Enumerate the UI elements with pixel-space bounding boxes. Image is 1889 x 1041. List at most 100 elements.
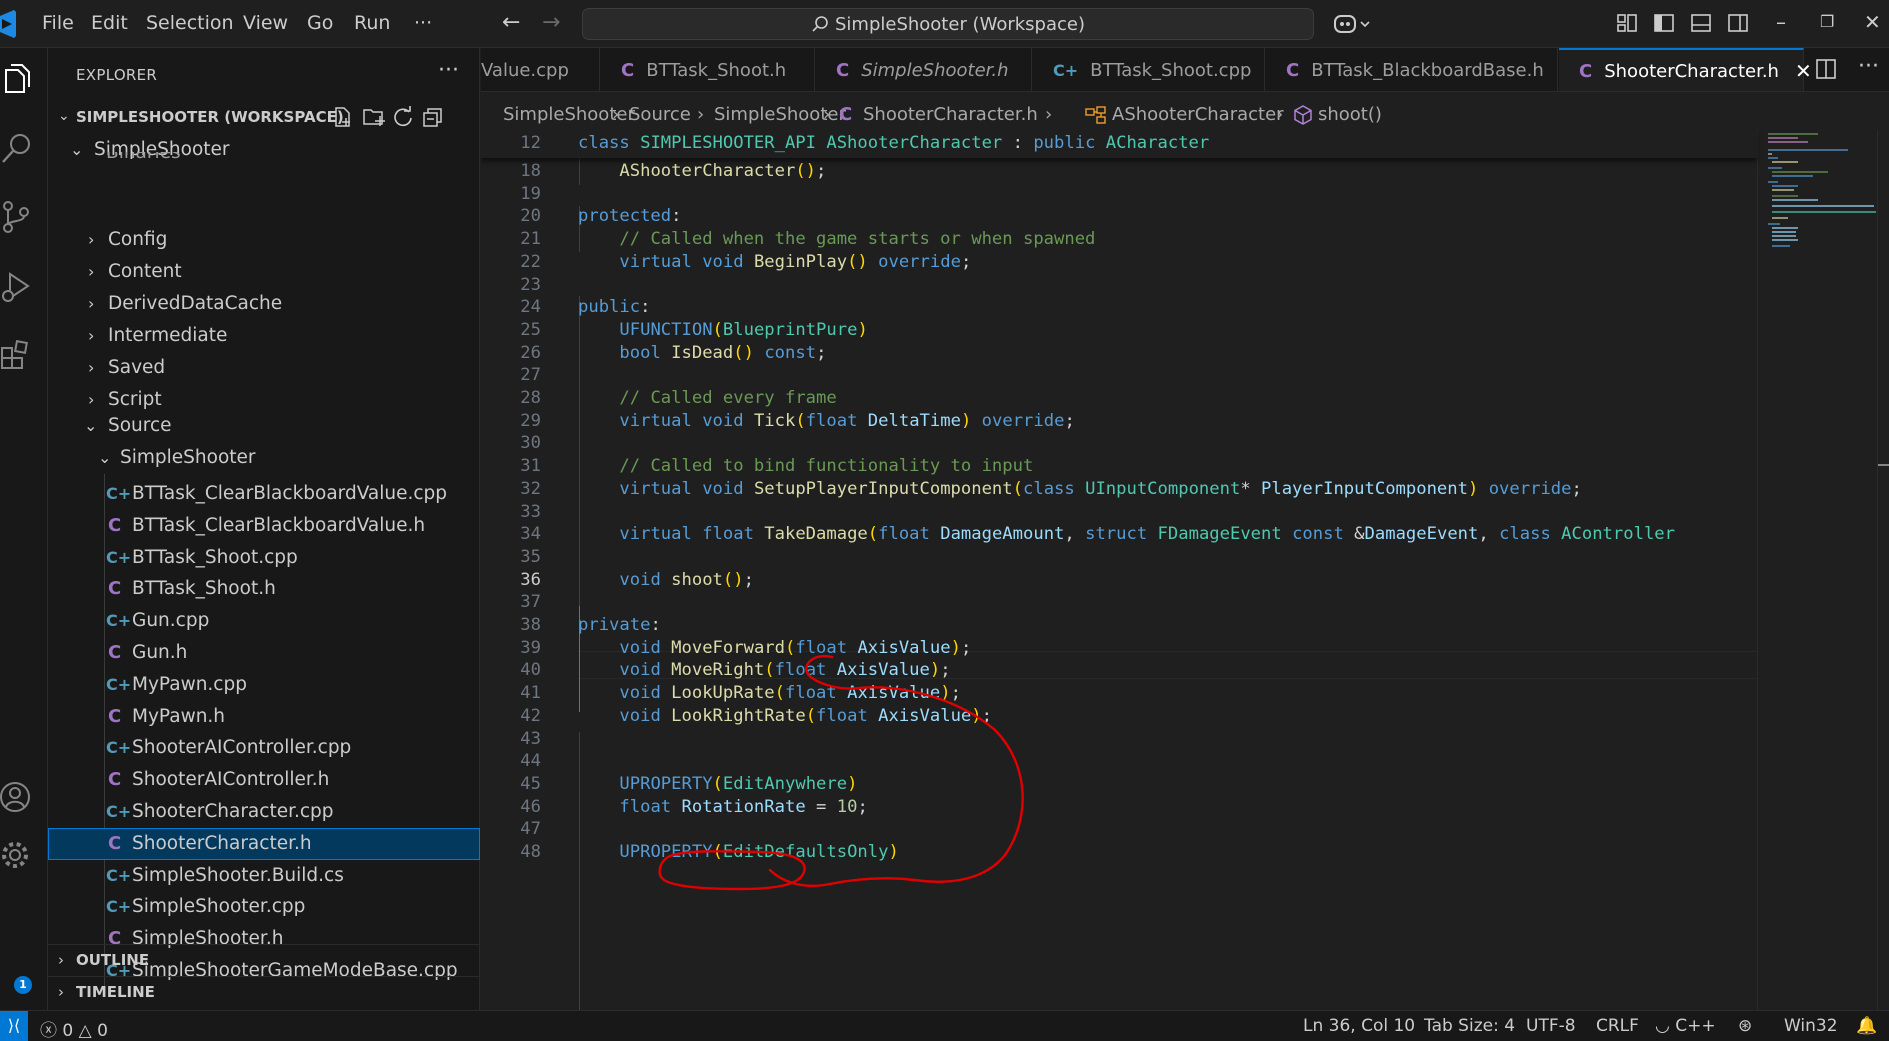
timeline-section-header[interactable]: › TIMELINE: [48, 976, 480, 1008]
restore-icon[interactable]: ❐: [1820, 12, 1834, 31]
chevron-down-icon: ⌄: [84, 416, 98, 435]
toggle-primary-sidebar-icon[interactable]: [1653, 12, 1675, 34]
tree-folder-binaries-partial[interactable]: Binaries: [48, 152, 480, 170]
breadcrumb-item[interactable]: Source: [629, 104, 691, 125]
tree-folder-deriveddatacache[interactable]: › DerivedDataCache: [48, 288, 480, 320]
code-line[interactable]: 48 UPROPERTY(EditDefaultsOnly): [481, 839, 1751, 866]
breadcrumb-item[interactable]: ShooterCharacter.h: [863, 104, 1038, 125]
editor-tab[interactable]: C BTTask_Shoot.h: [601, 48, 815, 91]
vscode-logo-icon[interactable]: [0, 10, 16, 38]
vertical-scrollbar[interactable]: [1877, 130, 1889, 1010]
tree-file[interactable]: C+ ShooterAIController.cpp: [48, 732, 480, 764]
class-symbol-icon: [1085, 106, 1106, 124]
extensions-icon[interactable]: [0, 338, 34, 372]
tree-folder-saved[interactable]: › Saved: [48, 352, 480, 384]
cursor-position[interactable]: Ln 36, Col 10: [1303, 1016, 1415, 1036]
minimap-preview: [1768, 133, 1876, 247]
code-line[interactable]: 12 class SIMPLESHOOTER_API AShooterCharac…: [481, 130, 1751, 157]
code-token: (: [712, 842, 723, 862]
chevron-right-icon: ›: [88, 230, 95, 249]
menu-run[interactable]: Run: [354, 12, 390, 34]
forward-arrow-icon[interactable]: →: [542, 10, 560, 35]
source-control-icon[interactable]: [0, 200, 34, 234]
outline-section-header[interactable]: › OUTLINE: [48, 944, 480, 976]
menu-edit[interactable]: Edit: [91, 12, 128, 34]
tree-folder-simpleshooter-src[interactable]: ⌄ SimpleShooter: [48, 442, 480, 474]
copilot-icon[interactable]: [1333, 12, 1373, 36]
tree-file[interactable]: C+ Gun.cpp: [48, 605, 480, 637]
tree-file[interactable]: C BTTask_Shoot.h: [48, 573, 480, 605]
tree-file[interactable]: C ShooterAIController.h: [48, 764, 480, 796]
editor-tab[interactable]: C BTTask_BlackboardBase.h: [1266, 48, 1558, 91]
copilot-status-icon[interactable]: ⊛: [1738, 1016, 1752, 1036]
language-mode[interactable]: ◡ C++: [1655, 1016, 1716, 1036]
tree-folder-intermediate[interactable]: › Intermediate: [48, 320, 480, 352]
code-token: IsDead: [671, 342, 734, 363]
close-window-icon[interactable]: ✕: [1864, 10, 1881, 34]
breadcrumb-item[interactable]: shoot(): [1318, 104, 1382, 125]
run-debug-icon[interactable]: [0, 270, 34, 304]
tree-file[interactable]: C+ MyPawn.cpp: [48, 669, 480, 701]
chevron-right-icon: ›: [88, 294, 95, 313]
menu-selection[interactable]: Selection: [146, 12, 234, 34]
tree-file[interactable]: C Gun.h: [48, 637, 480, 669]
back-arrow-icon[interactable]: ←: [502, 10, 520, 35]
workspace-header[interactable]: ⌄ SIMPLESHOOTER (WORKSPACE): [48, 104, 480, 132]
menu-go[interactable]: Go: [307, 12, 333, 34]
tree-file[interactable]: C+ SimpleShooter.Build.cs: [48, 860, 480, 892]
line-ending[interactable]: CRLF: [1596, 1016, 1639, 1036]
collapse-all-icon[interactable]: [422, 106, 444, 128]
editor-more-actions-icon[interactable]: ···: [1858, 54, 1879, 79]
tree-file[interactable]: C+ SimpleShooter.cpp: [48, 891, 480, 923]
editor-tab[interactable]: C+ BTTask_Shoot.cpp: [1033, 48, 1265, 91]
tree-file[interactable]: C+ BTTask_ClearBlackboardValue.cpp: [48, 478, 480, 510]
platform-configuration[interactable]: Win32: [1784, 1016, 1838, 1036]
tree-file[interactable]: C BTTask_ClearBlackboardValue.h: [48, 510, 480, 542]
menu-view[interactable]: View: [243, 12, 288, 34]
editor-tab[interactable]: C SimpleShooter.h: [816, 48, 1032, 91]
refresh-icon[interactable]: [392, 106, 414, 128]
explorer-files-icon[interactable]: [0, 62, 34, 96]
notifications-bell-icon[interactable]: 🔔: [1856, 1016, 1877, 1036]
new-file-icon[interactable]: [332, 106, 354, 128]
code-token: *: [1240, 478, 1262, 499]
breadcrumb-item[interactable]: AShooterCharacter: [1112, 104, 1284, 125]
accounts-icon[interactable]: [0, 780, 34, 814]
menu-file[interactable]: File: [42, 12, 74, 34]
tree-folder-content[interactable]: › Content: [48, 256, 480, 288]
tree-label: ShooterCharacter.h: [132, 832, 312, 854]
manage-gear-icon[interactable]: [0, 838, 34, 872]
new-folder-icon[interactable]: [362, 106, 386, 128]
menu-more-icon[interactable]: ···: [414, 12, 432, 34]
toggle-secondary-sidebar-icon[interactable]: [1727, 12, 1749, 34]
toggle-panel-icon[interactable]: [1690, 12, 1712, 34]
tree-folder-config[interactable]: › Config: [48, 224, 480, 256]
remote-indicator-icon[interactable]: ⟩⟨: [0, 1011, 28, 1041]
split-editor-icon[interactable]: [1815, 58, 1837, 80]
tree-file[interactable]: C ShooterCharacter.h: [48, 827, 480, 860]
tree-file[interactable]: C+ BTTask_Shoot.cpp: [48, 542, 480, 574]
code-editor[interactable]: 12 class SIMPLESHOOTER_API AShooterCharac…: [481, 130, 1889, 1010]
encoding[interactable]: UTF-8: [1526, 1016, 1576, 1036]
close-tab-icon[interactable]: ✕: [1795, 59, 1812, 83]
editor-tab[interactable]: C ShooterCharacter.h ✕: [1559, 48, 1812, 91]
tree-folder-source[interactable]: ⌄ Source: [48, 410, 480, 442]
editor-tab[interactable]: Value.cpp: [481, 48, 600, 91]
tab-size[interactable]: Tab Size: 4: [1424, 1016, 1515, 1036]
code-token: ;: [1064, 410, 1075, 431]
outline-label: OUTLINE: [76, 951, 150, 969]
tree-file[interactable]: C MyPawn.h: [48, 701, 480, 733]
minimap[interactable]: [1757, 130, 1877, 1010]
customize-layout-icon[interactable]: [1616, 12, 1638, 34]
search-icon[interactable]: [0, 132, 34, 166]
code-token: public: [578, 297, 641, 318]
code-token: LookRightRate: [671, 705, 806, 726]
tree-file[interactable]: C+ ShooterCharacter.cpp: [48, 796, 480, 828]
problems-indicator[interactable]: ⓧ 0 △ 0: [40, 1016, 108, 1041]
minimize-icon[interactable]: –: [1776, 10, 1786, 34]
explorer-more-icon[interactable]: ···: [438, 58, 459, 83]
sticky-scroll-header[interactable]: 12 class SIMPLESHOOTER_API AShooterCharac…: [481, 130, 1757, 158]
command-center-search[interactable]: SimpleShooter (Workspace): [582, 8, 1314, 40]
code-token: ;: [857, 796, 868, 817]
